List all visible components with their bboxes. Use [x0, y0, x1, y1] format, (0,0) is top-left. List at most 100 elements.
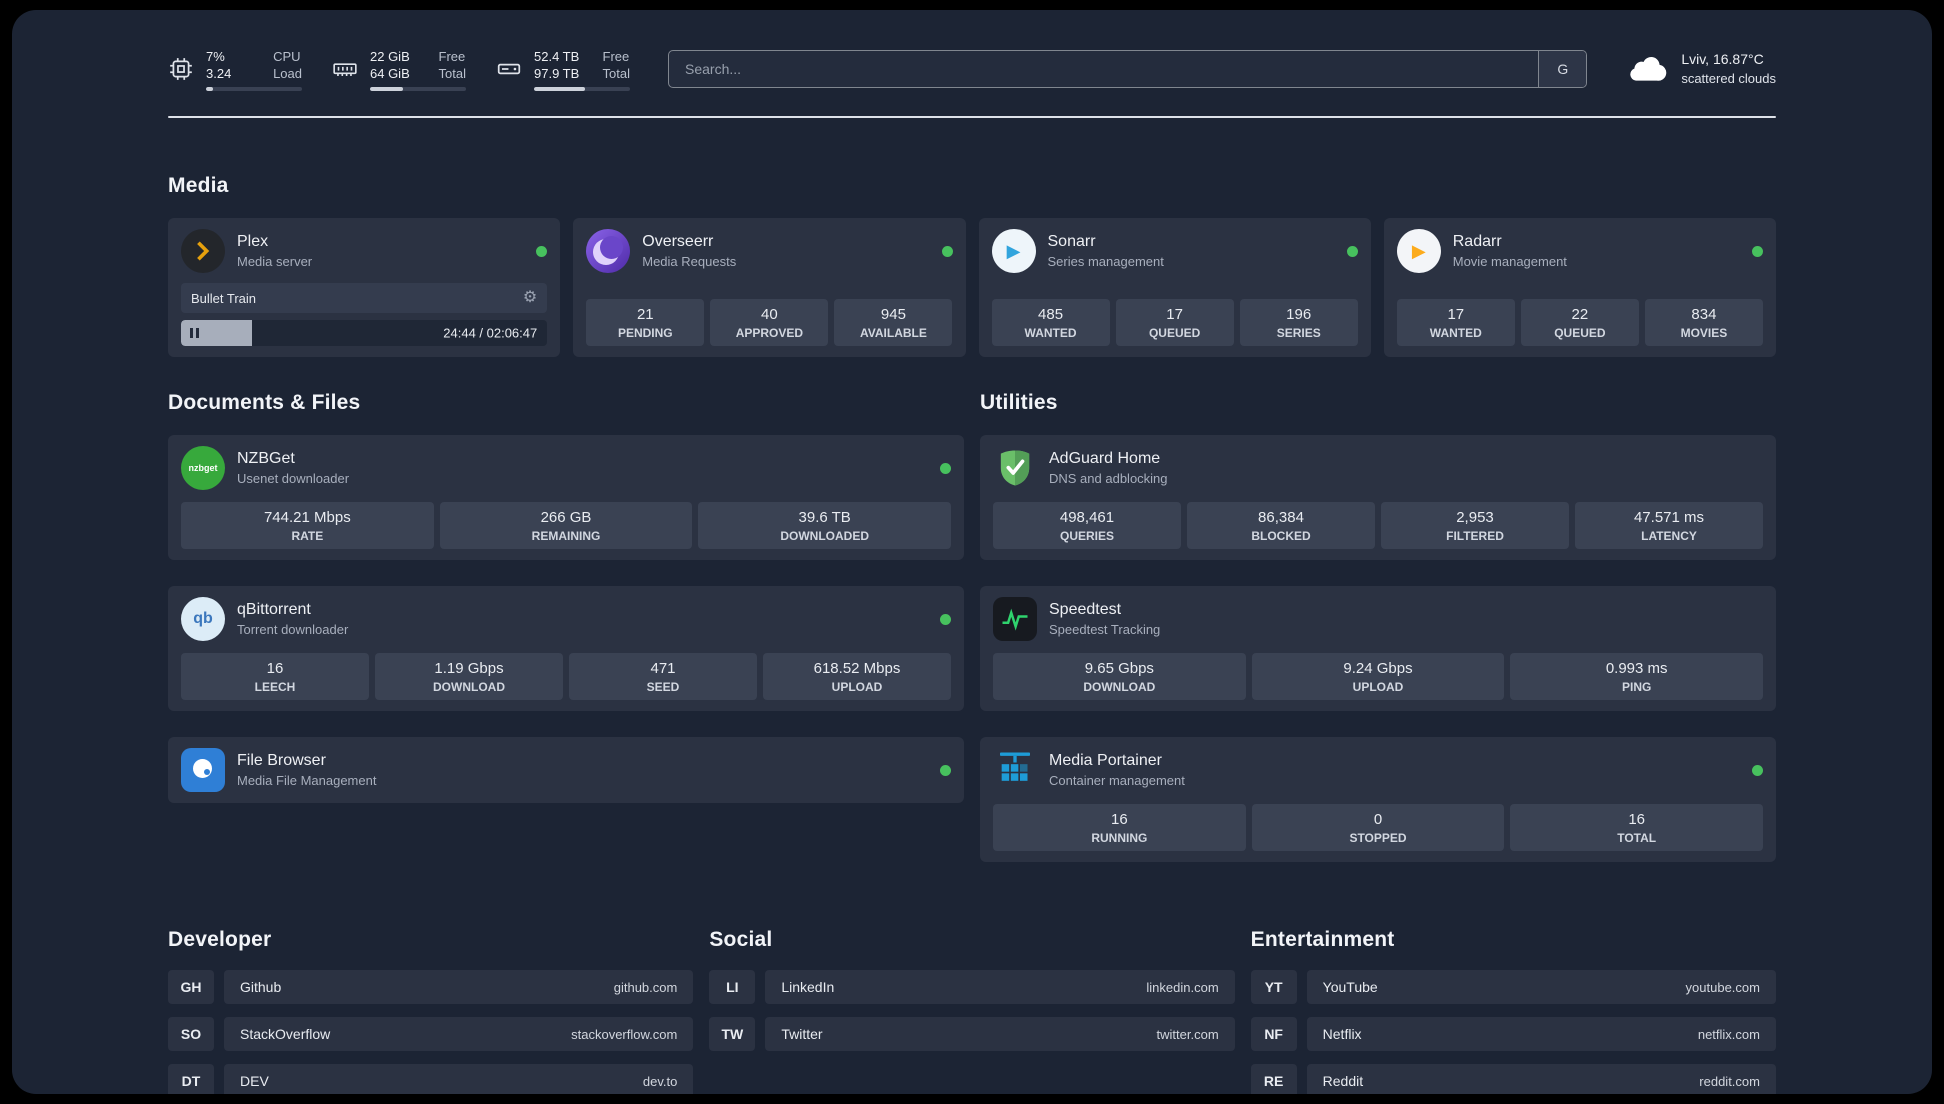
bookmark-group-developer: Developer GH Github github.com SO StackO…	[168, 928, 694, 1094]
weather-condition: scattered clouds	[1681, 71, 1776, 86]
stat-wanted: 485 WANTED	[991, 299, 1110, 346]
bookmark-url: linkedin.com	[1146, 979, 1219, 995]
bookmark-url: stackoverflow.com	[571, 1026, 678, 1042]
stat-blocked: 86,384 BLOCKED	[1187, 502, 1375, 549]
app-subtitle: Torrent downloader	[237, 622, 349, 637]
stat-pending: 21 PENDING	[586, 299, 705, 346]
overseerr-icon	[586, 229, 631, 273]
portainer-icon	[993, 748, 1037, 792]
ram-progress-bar	[370, 86, 466, 91]
header-divider	[168, 116, 1776, 118]
bookmark-twitter[interactable]: TW Twitter twitter.com	[709, 1017, 1235, 1051]
cpu-load-value: 3.24	[206, 65, 232, 81]
stat-wanted: 17 WANTED	[1396, 299, 1515, 346]
playback-progress-bar[interactable]: 24:44 / 02:06:47	[181, 320, 548, 346]
bookmark-netflix[interactable]: NF Netflix netflix.com	[1250, 1017, 1776, 1051]
stat-download: 1.19 Gbps DOWNLOAD	[375, 653, 563, 700]
filebrowser-icon	[181, 748, 225, 792]
ram-free-value: 22 GiB	[370, 48, 410, 64]
overseerr-card[interactable]: Overseerr Media Requests 21 PENDING 40 A…	[573, 218, 966, 357]
cpu-percent: 7%	[206, 48, 225, 64]
sonarr-card[interactable]: ▶ Sonarr Series management 485 WANTED 17…	[978, 218, 1371, 357]
status-dot	[1346, 245, 1358, 257]
app-subtitle: Media File Management	[237, 773, 377, 788]
pause-icon[interactable]	[190, 328, 199, 338]
bookmark-stackoverflow[interactable]: SO StackOverflow stackoverflow.com	[168, 1017, 694, 1051]
bookmark-abbr: DT	[168, 1064, 214, 1094]
bookmark-url: youtube.com	[1685, 979, 1760, 995]
app-subtitle: Usenet downloader	[237, 471, 350, 486]
stat-upload: 618.52 Mbps UPLOAD	[763, 653, 951, 700]
bookmark-dev[interactable]: DT DEV dev.to	[168, 1064, 694, 1094]
plex-card[interactable]: Plex Media server Bullet Train ⚙ 24:44 /…	[168, 218, 561, 357]
disk-progress-bar	[534, 86, 630, 91]
bookmark-linkedin[interactable]: LI LinkedIn linkedin.com	[709, 970, 1235, 1004]
bookmark-abbr: YT	[1250, 970, 1297, 1004]
status-dot	[1752, 764, 1763, 776]
plex-icon	[181, 229, 225, 273]
status-dot	[536, 245, 548, 257]
filebrowser-card[interactable]: File Browser Media File Management	[168, 737, 964, 803]
cpu-metric: 7% 3.24 CPU Load	[168, 48, 302, 91]
bookmark-name: YouTube	[1322, 979, 1378, 995]
developer-section-title: Developer	[168, 928, 272, 951]
stat-downloaded: 39.6 TB DOWNLOADED	[698, 502, 952, 549]
stat-approved: 40 APPROVED	[710, 299, 829, 346]
bookmark-name: Netflix	[1322, 1026, 1362, 1042]
bookmark-group-social: Social LI LinkedIn linkedin.com TW Twitt…	[709, 928, 1235, 1094]
speedtest-card[interactable]: Speedtest Speedtest Tracking 9.65 Gbps D…	[980, 586, 1776, 711]
ram-label-1: Free	[438, 48, 466, 64]
bookmark-github[interactable]: GH Github github.com	[168, 970, 694, 1004]
bookmark-abbr: TW	[709, 1017, 756, 1051]
stat-seed: 471 SEED	[569, 653, 757, 700]
bookmark-name: Twitter	[781, 1026, 823, 1042]
cloud-icon	[1625, 52, 1669, 87]
bookmark-abbr: RE	[1250, 1064, 1297, 1094]
app-name: Speedtest	[1049, 601, 1122, 618]
now-playing-title: Bullet Train	[191, 290, 257, 306]
nzbget-icon: nzbget	[181, 446, 225, 490]
ram-metric: 22 GiB 64 GiB Free Total	[332, 48, 466, 91]
stat-queued: 17 QUEUED	[1115, 299, 1234, 346]
documents-section: Documents & Files nzbget NZBGet Usenet d…	[168, 391, 964, 803]
app-subtitle: Media Requests	[642, 254, 737, 269]
stat-filtered: 2,953 FILTERED	[1381, 502, 1569, 549]
radarr-icon: ▶	[1396, 229, 1441, 273]
bookmark-name: Reddit	[1322, 1073, 1364, 1089]
bookmark-name: Github	[240, 979, 282, 995]
adguard-icon	[993, 446, 1037, 490]
weather-location: Lviv, 16.87°C	[1681, 51, 1764, 67]
stat-leech: 16 LEECH	[181, 653, 369, 700]
bookmark-group-entertainment: Entertainment YT YouTube youtube.com NF …	[1250, 928, 1776, 1094]
stat-movies: 834 MOVIES	[1644, 299, 1763, 346]
cpu-label-1: CPU	[273, 48, 301, 64]
portainer-card[interactable]: Media Portainer Container management 16 …	[980, 737, 1776, 862]
ram-label-2: Total	[438, 65, 466, 81]
utilities-section: Utilities AdGuard Home DNS and adblockin…	[980, 391, 1776, 862]
disk-progress-fill	[534, 86, 585, 91]
stat-rate: 744.21 Mbps RATE	[181, 502, 434, 549]
disk-label-1: Free	[602, 48, 630, 64]
bookmark-url: reddit.com	[1699, 1073, 1760, 1089]
ram-progress-fill	[370, 86, 403, 91]
radarr-card[interactable]: ▶ Radarr Movie management 17 WANTED 22 Q…	[1383, 218, 1776, 357]
stat-queries: 498,461 QUERIES	[993, 502, 1181, 549]
stat-upload: 9.24 Gbps UPLOAD	[1251, 653, 1505, 700]
playback-time: 24:44 / 02:06:47	[443, 325, 538, 341]
settings-gear-icon[interactable]: ⚙	[523, 290, 537, 306]
media-section-title: Media	[168, 174, 229, 197]
app-subtitle: Series management	[1047, 254, 1164, 269]
adguard-card[interactable]: AdGuard Home DNS and adblocking 498,461 …	[980, 435, 1776, 560]
bookmark-abbr: NF	[1250, 1017, 1297, 1051]
bookmark-youtube[interactable]: YT YouTube youtube.com	[1250, 970, 1776, 1004]
app-subtitle: Container management	[1049, 773, 1185, 788]
stat-available: 945 AVAILABLE	[834, 299, 953, 346]
bookmark-name: StackOverflow	[240, 1026, 331, 1042]
entertainment-section-title: Entertainment	[1250, 928, 1395, 951]
qbittorrent-card[interactable]: qb qBittorrent Torrent downloader 16 LEE…	[168, 586, 964, 711]
bookmark-reddit[interactable]: RE Reddit reddit.com	[1250, 1064, 1776, 1094]
nzbget-card[interactable]: nzbget NZBGet Usenet downloader 744.21 M…	[168, 435, 964, 560]
stat-latency: 47.571 ms LATENCY	[1575, 502, 1763, 549]
search-input[interactable]	[669, 51, 1539, 87]
search-engine-button[interactable]: G	[1538, 51, 1587, 87]
